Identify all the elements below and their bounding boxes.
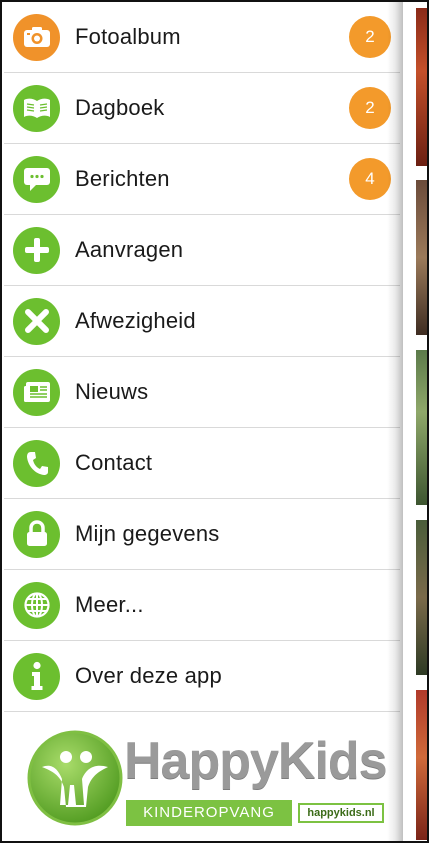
menu-item-dagboek[interactable]: Dagboek 2 [4, 73, 400, 144]
newspaper-icon [13, 368, 60, 416]
menu-item-afwezigheid[interactable]: Afwezigheid [4, 286, 400, 357]
globe-icon [13, 581, 60, 629]
logo-emblem-icon [27, 730, 123, 826]
photo-thumbnail[interactable] [416, 520, 427, 675]
close-icon [13, 297, 60, 345]
info-icon [13, 652, 60, 700]
menu-label-over-deze-app: Over deze app [75, 663, 222, 688]
app-screen: Fotoalbum 2 Dagboek 2 Berichten 4 Aanvra… [0, 0, 429, 843]
notification-badge-berichten: 4 [349, 158, 391, 200]
camera-icon [13, 13, 60, 61]
menu-item-nieuws[interactable]: Nieuws [4, 357, 400, 428]
menu-label-mijn-gegevens: Mijn gegevens [75, 521, 220, 546]
book-icon [13, 84, 60, 132]
logo-wordmark: HappyKids [124, 732, 388, 790]
menu-label-dagboek: Dagboek [75, 95, 165, 120]
menu-label-afwezigheid: Afwezigheid [75, 308, 196, 333]
menu-label-aanvragen: Aanvragen [75, 237, 184, 262]
menu-item-aanvragen[interactable]: Aanvragen [4, 215, 400, 286]
happykids-logo: HappyKids KINDEROPVANG happykids.nl [24, 727, 394, 835]
menu-label-nieuws: Nieuws [75, 379, 149, 404]
menu-item-contact[interactable]: Contact [4, 428, 400, 499]
notification-badge-fotoalbum: 2 [349, 16, 391, 58]
logo-tagline: KINDEROPVANG [126, 800, 292, 826]
photo-thumbnail[interactable] [416, 690, 427, 840]
menu-item-meer[interactable]: Meer... [4, 570, 400, 641]
menu-item-berichten[interactable]: Berichten 4 [4, 144, 400, 215]
drawer-shadow [387, 2, 403, 841]
photo-thumbnail[interactable] [416, 8, 427, 166]
lock-icon [13, 510, 60, 558]
phone-icon [13, 439, 60, 487]
notification-badge-dagboek: 2 [349, 87, 391, 129]
menu-label-contact: Contact [75, 450, 153, 475]
side-menu: Fotoalbum 2 Dagboek 2 Berichten 4 Aanvra… [4, 2, 400, 841]
logo-url: happykids.nl [298, 803, 384, 823]
menu-item-over-deze-app[interactable]: Over deze app [4, 641, 400, 712]
menu-item-fotoalbum[interactable]: Fotoalbum 2 [4, 2, 400, 73]
menu-label-meer: Meer... [75, 592, 144, 617]
menu-label-fotoalbum: Fotoalbum [75, 24, 181, 49]
photo-thumbnail[interactable] [416, 180, 427, 335]
plus-icon [13, 226, 60, 274]
menu-item-mijn-gegevens[interactable]: Mijn gegevens [4, 499, 400, 570]
chat-icon [13, 155, 60, 203]
logo-tagline-bar: KINDEROPVANG happykids.nl [126, 800, 388, 826]
photo-thumbnail[interactable] [416, 350, 427, 505]
menu-label-berichten: Berichten [75, 166, 170, 191]
